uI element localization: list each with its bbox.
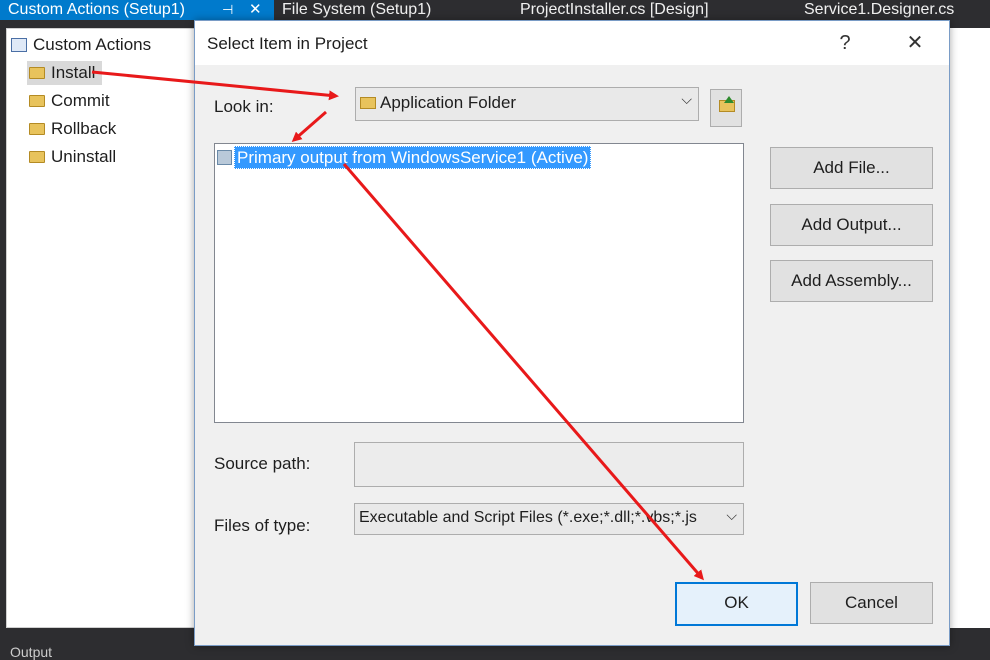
tab-custom-actions-label: Custom Actions (Setup1): [8, 1, 185, 18]
tree-item-install[interactable]: Install: [27, 61, 102, 85]
tree-item-label: Uninstall: [51, 147, 117, 166]
tab-custom-actions[interactable]: Custom Actions (Setup1) ⊣ ✕: [0, 0, 274, 20]
up-one-level-button[interactable]: [710, 89, 742, 127]
tree-root-label: Custom Actions: [33, 35, 152, 54]
chevron-down-icon: ⌵: [722, 507, 737, 524]
tree-item-label: Rollback: [51, 119, 117, 138]
tab-project-installer[interactable]: ProjectInstaller.cs [Design]: [520, 0, 709, 20]
dialog-titlebar: Select Item in Project ? ✕: [195, 21, 949, 65]
custom-actions-icon: [11, 37, 27, 52]
help-button[interactable]: ?: [825, 29, 865, 57]
project-output-icon: [217, 150, 232, 166]
folder-icon: [29, 122, 45, 135]
files-of-type-dropdown[interactable]: Executable and Script Files (*.exe;*.dll…: [354, 503, 744, 535]
output-panel-title[interactable]: Output: [10, 644, 52, 660]
folder-icon: [29, 94, 45, 107]
tab-service1-designer[interactable]: Service1.Designer.cs: [804, 0, 954, 20]
background-editor-panel: [948, 28, 990, 628]
folder-icon: [360, 96, 376, 109]
list-item-label: Primary output from WindowsService1 (Act…: [234, 146, 592, 169]
custom-actions-tree: Custom Actions Install Commit Rollback U…: [6, 28, 196, 628]
look-in-label: Look in:: [214, 97, 274, 116]
tree-root-custom-actions[interactable]: Custom Actions: [11, 33, 151, 57]
cancel-button[interactable]: Cancel: [810, 582, 933, 624]
tree-item-uninstall[interactable]: Uninstall: [29, 145, 116, 169]
tree-item-label: Commit: [51, 91, 110, 110]
folder-icon: [29, 66, 45, 79]
dialog-close-button[interactable]: ✕: [895, 29, 935, 57]
source-path-label: Source path:: [214, 454, 311, 473]
look-in-value: Application Folder: [380, 93, 517, 112]
folder-icon: [29, 150, 45, 163]
add-output-button[interactable]: Add Output...: [770, 204, 933, 246]
add-assembly-button[interactable]: Add Assembly...: [770, 260, 933, 302]
close-tab-icon[interactable]: ✕: [249, 0, 262, 20]
project-items-list[interactable]: Primary output from WindowsService1 (Act…: [214, 143, 744, 423]
select-item-dialog: Select Item in Project ? ✕ Look in: Appl…: [194, 20, 950, 646]
files-of-type-value: Executable and Script Files (*.exe;*.dll…: [359, 509, 697, 526]
files-of-type-label: Files of type:: [214, 516, 311, 535]
tree-item-label: Install: [51, 63, 96, 82]
up-arrow-icon: [724, 96, 734, 103]
tree-item-rollback[interactable]: Rollback: [29, 117, 116, 141]
look-in-dropdown[interactable]: Application Folder ⌵: [355, 87, 699, 121]
list-item[interactable]: Primary output from WindowsService1 (Act…: [217, 146, 592, 169]
ok-button[interactable]: OK: [675, 582, 798, 626]
tab-file-system[interactable]: File System (Setup1): [282, 0, 431, 20]
tree-item-commit[interactable]: Commit: [29, 89, 110, 113]
chevron-down-icon: ⌵: [681, 91, 692, 107]
add-file-button[interactable]: Add File...: [770, 147, 933, 189]
pin-icon[interactable]: ⊣: [222, 0, 233, 20]
dialog-title: Select Item in Project: [207, 34, 368, 53]
source-path-field[interactable]: [354, 442, 744, 487]
